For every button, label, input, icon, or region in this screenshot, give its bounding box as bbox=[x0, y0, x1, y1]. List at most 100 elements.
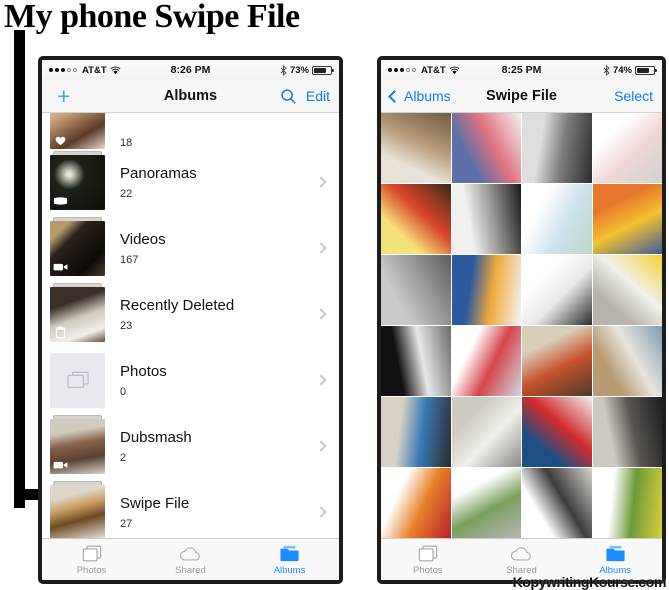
wifi-icon bbox=[449, 66, 460, 74]
photo-cell[interactable] bbox=[592, 468, 662, 538]
chevron-left-icon bbox=[388, 90, 401, 103]
photo-cell[interactable] bbox=[451, 468, 521, 538]
nav-bar-albums: + Albums Edit bbox=[42, 80, 339, 113]
album-text-block: Videos 167 bbox=[120, 230, 317, 265]
chevron-right-icon bbox=[315, 242, 327, 254]
photo-cell[interactable] bbox=[592, 397, 662, 467]
status-bar-right: AT&T 8:25 PM 74% bbox=[381, 60, 662, 80]
battery-percent-label: 74% bbox=[612, 64, 632, 76]
photo-cell[interactable] bbox=[592, 113, 662, 183]
album-row[interactable]: Panoramas 22 bbox=[42, 149, 339, 215]
search-icon[interactable] bbox=[280, 88, 297, 105]
album-count-label: 18 bbox=[120, 137, 133, 149]
thumbnail-image bbox=[50, 113, 105, 149]
tab-albums[interactable]: Albums bbox=[240, 539, 339, 580]
tab-photos[interactable]: Photos bbox=[381, 539, 475, 580]
photo-cell[interactable] bbox=[522, 184, 592, 254]
album-thumbnail bbox=[50, 150, 105, 210]
phone-albums-screen: AT&T 8:26 PM 73% + Albums Edit 18 Panora… bbox=[38, 56, 343, 584]
album-count-label: 0 bbox=[120, 385, 127, 398]
album-row[interactable]: Recently Deleted 23 bbox=[42, 281, 339, 347]
chevron-right-icon bbox=[315, 374, 327, 386]
album-row[interactable]: Videos 167 bbox=[42, 215, 339, 281]
photo-cell[interactable] bbox=[451, 255, 521, 325]
back-to-albums-button[interactable]: Albums bbox=[388, 88, 451, 104]
album-text-block: Swipe File 27 bbox=[120, 494, 317, 529]
photo-cell[interactable] bbox=[522, 113, 592, 183]
albums-icon bbox=[603, 543, 627, 563]
video-icon bbox=[53, 459, 68, 471]
thumbnail-image bbox=[50, 352, 105, 408]
battery-icon bbox=[312, 65, 334, 75]
album-text-block: Recently Deleted 23 bbox=[120, 296, 317, 331]
photo-cell[interactable] bbox=[592, 255, 662, 325]
photo-cell[interactable] bbox=[522, 468, 592, 538]
thumbnail-image bbox=[50, 418, 105, 474]
tab-label: Photos bbox=[76, 565, 107, 576]
tab-photos[interactable]: Photos bbox=[42, 539, 141, 580]
phone-swipe-file-screen: AT&T 8:25 PM 74% Albums Swipe File Selec… bbox=[377, 56, 666, 584]
clock-label: 8:26 PM bbox=[170, 64, 211, 76]
photo-cell[interactable] bbox=[592, 184, 662, 254]
carrier-label: AT&T bbox=[421, 64, 446, 76]
select-button[interactable]: Select bbox=[614, 88, 653, 104]
annotation-arrow-vertical bbox=[14, 30, 25, 508]
album-name-label: Photos bbox=[120, 363, 167, 381]
thumbnail-image bbox=[50, 154, 105, 210]
screenshot-root: My phone Swipe File AT&T 8:26 PM 73% + A… bbox=[0, 0, 669, 590]
photo-cell[interactable] bbox=[381, 326, 451, 396]
album-thumbnail bbox=[50, 352, 105, 408]
photo-cell[interactable] bbox=[522, 397, 592, 467]
album-thumbnail bbox=[50, 216, 105, 276]
carrier-label: AT&T bbox=[82, 64, 107, 76]
photos-icon bbox=[416, 543, 440, 563]
photo-cell[interactable] bbox=[381, 113, 451, 183]
album-thumbnail bbox=[50, 113, 105, 149]
tab-shared[interactable]: Shared bbox=[141, 539, 240, 580]
album-name-label: Dubsmash bbox=[120, 429, 192, 447]
album-count-label: 23 bbox=[120, 319, 133, 332]
album-row[interactable]: Swipe File 27 bbox=[42, 479, 339, 538]
photo-cell[interactable] bbox=[381, 255, 451, 325]
photo-cell[interactable] bbox=[451, 326, 521, 396]
album-name-label: Recently Deleted bbox=[120, 297, 235, 315]
thumbnail-image bbox=[50, 484, 105, 538]
add-album-button[interactable]: + bbox=[51, 84, 70, 108]
bluetooth-icon bbox=[603, 64, 610, 76]
trash-icon bbox=[53, 326, 68, 339]
tab-bar-left[interactable]: Photos Shared Albums bbox=[42, 538, 339, 580]
chevron-right-icon bbox=[315, 308, 327, 320]
album-name-label: Videos bbox=[120, 231, 166, 249]
photo-cell[interactable] bbox=[381, 184, 451, 254]
photo-cell[interactable] bbox=[381, 397, 451, 467]
clock-label: 8:25 PM bbox=[501, 64, 542, 76]
signal-dots-icon bbox=[49, 68, 77, 72]
album-thumbnail bbox=[50, 480, 105, 538]
photo-cell[interactable] bbox=[381, 468, 451, 538]
photo-cell[interactable] bbox=[522, 326, 592, 396]
tab-label: Photos bbox=[413, 565, 443, 576]
album-thumbnail bbox=[50, 282, 105, 342]
album-count-label: 2 bbox=[120, 451, 127, 464]
albums-icon bbox=[278, 543, 302, 563]
photo-cell[interactable] bbox=[451, 113, 521, 183]
photo-cell[interactable] bbox=[451, 397, 521, 467]
photo-cell[interactable] bbox=[522, 255, 592, 325]
tab-label: Shared bbox=[175, 565, 206, 576]
signal-dots-icon bbox=[388, 68, 416, 72]
battery-percent-label: 73% bbox=[289, 64, 309, 76]
album-row[interactable]: 18 bbox=[42, 113, 339, 149]
album-row[interactable]: Photos 0 bbox=[42, 347, 339, 413]
album-text-block: Panoramas 22 bbox=[120, 164, 317, 199]
album-thumbnail bbox=[50, 414, 105, 474]
album-text-block: Photos 0 bbox=[120, 362, 317, 397]
video-icon bbox=[53, 261, 68, 273]
edit-button[interactable]: Edit bbox=[306, 88, 330, 104]
album-row[interactable]: Dubsmash 2 bbox=[42, 413, 339, 479]
status-bar-left: AT&T 8:26 PM 73% bbox=[42, 60, 339, 80]
photo-grid[interactable] bbox=[381, 113, 662, 538]
photo-cell[interactable] bbox=[451, 184, 521, 254]
album-list[interactable]: 18 Panoramas 22 Videos 167 Recently Deleted 23… bbox=[42, 113, 339, 538]
battery-icon bbox=[635, 65, 657, 75]
photo-cell[interactable] bbox=[592, 326, 662, 396]
